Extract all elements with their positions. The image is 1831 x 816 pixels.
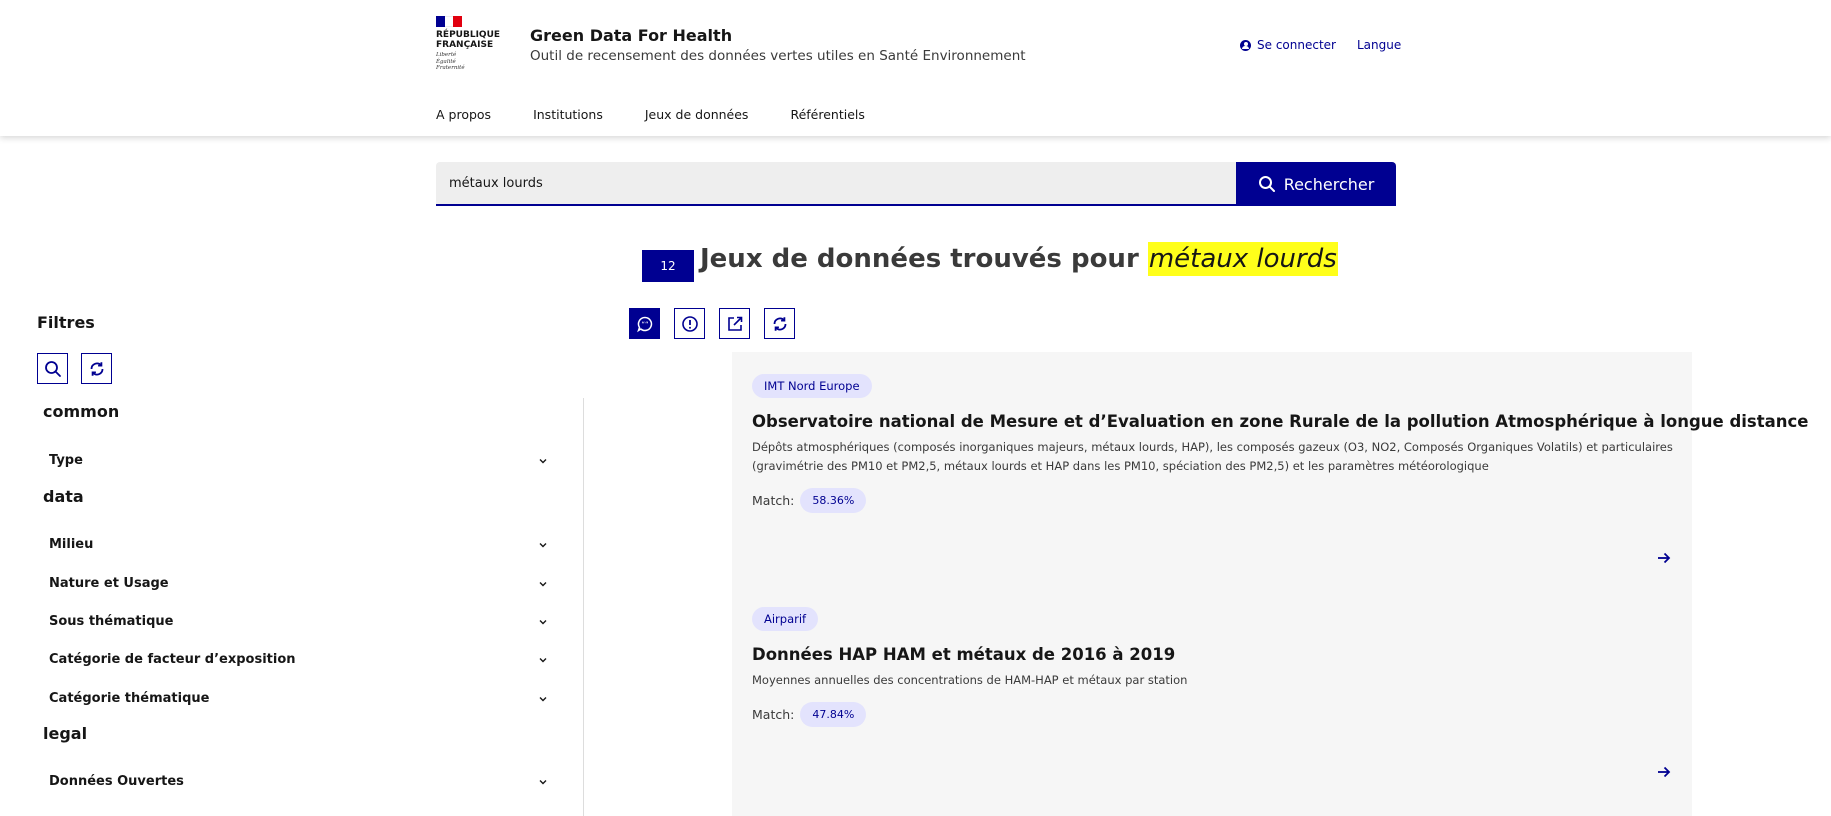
search-input[interactable] <box>436 162 1236 204</box>
external-link-icon <box>727 316 742 331</box>
match-score-badge: 58.36% <box>800 488 867 513</box>
filter-reset-button[interactable] <box>81 353 112 384</box>
result-description: Dépôts atmosphériques (composés inorgani… <box>752 440 1673 473</box>
filters-sidebar: common Type data Milieu Nature et Usage … <box>0 398 584 816</box>
logo-motto: Liberté Égalité Fraternité <box>436 52 465 71</box>
filter-search-button[interactable] <box>37 353 68 384</box>
chevron-down-icon <box>539 779 547 784</box>
filter-group-legal: legal <box>43 724 88 743</box>
facet-milieu[interactable]: Milieu <box>49 537 547 552</box>
results-panel: IMT Nord Europe Observatoire national de… <box>732 352 1808 816</box>
facet-categorie-thematique[interactable]: Catégorie thématique <box>49 691 547 706</box>
refresh-icon <box>773 316 786 331</box>
facet-label: Données Ouvertes <box>49 774 184 789</box>
toolbar-feedback-button[interactable]: ““ <box>629 308 660 339</box>
arrow-right-icon[interactable] <box>1656 550 1672 566</box>
nav-item-referentiels[interactable]: Référentiels <box>790 107 864 122</box>
search-button[interactable]: Rechercher <box>1236 162 1396 206</box>
search-icon <box>1258 176 1275 192</box>
filter-group-data: data <box>43 487 84 506</box>
match-row: Match: 58.36% <box>752 488 1676 513</box>
site-header: RÉPUBLIQUE FRANÇAISE Liberté Égalité Fra… <box>0 0 1831 136</box>
svg-text:““: ““ <box>641 320 648 328</box>
results-heading: Jeux de données trouvés pour métaux lour… <box>700 242 1338 276</box>
feedback-icon: ““ <box>636 316 652 332</box>
chevron-down-icon <box>539 696 547 701</box>
user-icon <box>1240 39 1251 51</box>
facet-label: Catégorie thématique <box>49 691 210 706</box>
republique-francaise-logo[interactable]: RÉPUBLIQUE FRANÇAISE Liberté Égalité Fra… <box>436 16 500 72</box>
result-title[interactable]: Observatoire national de Mesure et d’Eva… <box>752 412 1808 431</box>
chevron-down-icon <box>539 458 547 463</box>
result-description: Moyennes annuelles des concentrations de… <box>752 673 1188 687</box>
facet-label: Milieu <box>49 537 94 552</box>
facet-label: Type <box>49 453 83 468</box>
results-count-badge: 12 <box>642 250 694 282</box>
warning-icon <box>681 315 698 332</box>
result-card[interactable]: Airparif Données HAP HAM et métaux de 20… <box>752 607 1676 727</box>
search-icon <box>44 360 61 377</box>
nav-item-a-propos[interactable]: A propos <box>436 107 491 122</box>
filters-title: Filtres <box>37 313 95 332</box>
search-box <box>436 162 1236 206</box>
refresh-icon <box>90 361 103 376</box>
main-nav: A propos Institutions Jeux de données Ré… <box>436 107 907 122</box>
facet-categorie-facteur-exposition[interactable]: Catégorie de facteur d’exposition <box>49 652 547 667</box>
toolbar-external-link-button[interactable] <box>719 308 750 339</box>
chevron-down-icon <box>539 619 547 624</box>
language-link[interactable]: Langue <box>1357 38 1401 52</box>
facet-label: Nature et Usage <box>49 576 169 591</box>
match-label: Match: <box>752 707 795 722</box>
institution-tag[interactable]: Airparif <box>752 607 819 631</box>
match-score-badge: 47.84% <box>800 702 867 727</box>
chevron-down-icon <box>539 657 547 662</box>
service-title[interactable]: Green Data For Health <box>530 26 732 45</box>
chevron-down-icon <box>539 581 547 586</box>
login-label: Se connecter <box>1257 38 1336 52</box>
arrow-right-icon[interactable] <box>1656 764 1672 780</box>
toolbar-refresh-button[interactable] <box>764 308 795 339</box>
facet-nature-et-usage[interactable]: Nature et Usage <box>49 576 547 591</box>
flag-icon <box>436 16 463 27</box>
login-link[interactable]: Se connecter <box>1240 38 1336 52</box>
match-label: Match: <box>752 493 795 508</box>
results-query-highlight: métaux lourds <box>1147 242 1338 276</box>
search-button-label: Rechercher <box>1283 174 1375 194</box>
logo-text: RÉPUBLIQUE FRANÇAISE <box>436 30 501 50</box>
service-tagline: Outil de recensement des données vertes … <box>530 48 1026 64</box>
nav-item-jeux-de-donnees[interactable]: Jeux de données <box>645 107 749 122</box>
facet-donnees-ouvertes[interactable]: Données Ouvertes <box>49 774 547 789</box>
facet-sous-thematique[interactable]: Sous thématique <box>49 614 547 629</box>
institution-tag[interactable]: IMT Nord Europe <box>752 374 872 398</box>
result-title[interactable]: Données HAP HAM et métaux de 2016 à 2019 <box>752 645 1676 664</box>
language-label: Langue <box>1357 38 1402 52</box>
facet-type[interactable]: Type <box>49 453 547 468</box>
chevron-down-icon <box>539 542 547 547</box>
results-heading-text: Jeux de données trouvés pour <box>700 244 1139 274</box>
facet-label: Catégorie de facteur d’exposition <box>49 652 296 667</box>
match-row: Match: 47.84% <box>752 702 1676 727</box>
result-card[interactable]: IMT Nord Europe Observatoire national de… <box>752 374 1808 513</box>
toolbar-alert-button[interactable] <box>674 308 705 339</box>
filter-group-common: common <box>43 402 120 421</box>
facet-label: Sous thématique <box>49 614 174 629</box>
nav-item-institutions[interactable]: Institutions <box>533 107 603 122</box>
